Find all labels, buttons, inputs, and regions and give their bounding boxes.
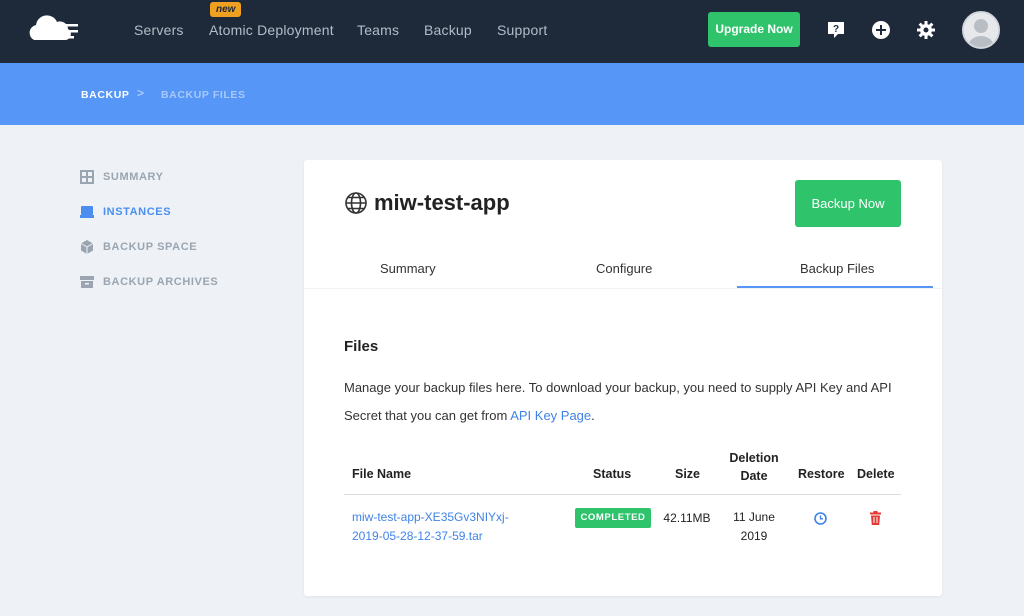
- table-header-divider: [344, 494, 901, 495]
- help-icon[interactable]: ?: [826, 20, 846, 40]
- file-name-line-1: miw-test-app-XE35Gv3NIYxj-: [352, 510, 509, 524]
- restore-clock-icon[interactable]: [814, 512, 827, 525]
- file-size: 42.11MB: [663, 511, 711, 525]
- nav-servers[interactable]: Servers: [134, 22, 184, 38]
- top-navbar: Servers new Atomic Deployment Teams Back…: [0, 0, 1024, 63]
- files-description: Manage your backup files here. To downlo…: [344, 374, 904, 430]
- backup-files-card: miw-test-app Backup Now Summary Configur…: [304, 160, 942, 596]
- breadcrumb-backup-files: BACKUP FILES: [161, 89, 246, 101]
- sidebar-item-instances[interactable]: INSTANCES: [80, 202, 171, 222]
- nav-backup[interactable]: Backup: [424, 22, 472, 38]
- new-badge: new: [210, 2, 242, 17]
- column-header-restore: Restore: [798, 467, 845, 481]
- deletion-header-line-1: Deletion: [729, 451, 779, 465]
- sidebar-item-summary[interactable]: SUMMARY: [80, 167, 164, 187]
- files-heading: Files: [344, 338, 379, 355]
- backup-now-button[interactable]: Backup Now: [795, 180, 901, 227]
- sidebar-item-label: SUMMARY: [103, 171, 164, 183]
- sidebar-item-label: INSTANCES: [103, 206, 172, 218]
- sidebar-item-backup-space[interactable]: BACKUP SPACE: [80, 237, 197, 257]
- api-key-page-link[interactable]: API Key Page: [510, 408, 591, 423]
- nav-teams[interactable]: Teams: [357, 22, 399, 38]
- breadcrumb-band: [0, 63, 1024, 125]
- cube-icon: [80, 240, 94, 254]
- sidebar-item-label: BACKUP SPACE: [103, 241, 198, 253]
- deletion-date-line-1: 11 June: [733, 510, 775, 524]
- drive-icon: [80, 206, 94, 218]
- active-tab-indicator: [737, 286, 933, 288]
- column-header-deletion-date: Deletion Date: [722, 449, 786, 485]
- backup-file-link[interactable]: miw-test-app-XE35Gv3NIYxj- 2019-05-28-12…: [352, 508, 542, 546]
- column-header-file-name: File Name: [352, 467, 412, 481]
- tab-summary[interactable]: Summary: [380, 261, 436, 276]
- add-circle-icon[interactable]: [871, 20, 891, 40]
- tab-configure[interactable]: Configure: [596, 261, 652, 276]
- file-name-line-2: 2019-05-28-12-37-59.tar: [352, 529, 483, 543]
- app-title: miw-test-app: [344, 190, 510, 216]
- nav-atomic-deployment[interactable]: Atomic Deployment: [209, 22, 334, 38]
- trash-icon[interactable]: [870, 511, 881, 525]
- status-badge: COMPLETED: [575, 508, 651, 528]
- description-text: Manage your backup files here. To downlo…: [344, 380, 892, 423]
- column-header-size: Size: [675, 467, 701, 481]
- globe-icon: [345, 192, 367, 214]
- deletion-date: 11 June 2019: [722, 508, 786, 546]
- sidebar-item-label: BACKUP ARCHIVES: [103, 276, 219, 288]
- tab-backup-files[interactable]: Backup Files: [800, 261, 874, 276]
- cloud-logo-icon[interactable]: [24, 14, 80, 48]
- archive-icon: [80, 276, 94, 288]
- description-end: .: [591, 408, 595, 423]
- grid-icon: [80, 170, 94, 184]
- tabs-divider: [304, 288, 942, 289]
- breadcrumb-separator: >: [137, 86, 145, 100]
- column-header-delete: Delete: [857, 467, 895, 481]
- svg-text:?: ?: [833, 24, 839, 35]
- deletion-header-line-2: Date: [740, 469, 768, 483]
- user-avatar-icon: [964, 13, 998, 47]
- gear-icon[interactable]: [916, 20, 936, 40]
- upgrade-now-button[interactable]: Upgrade Now: [708, 12, 800, 47]
- breadcrumb-backup[interactable]: BACKUP: [81, 89, 130, 101]
- deletion-date-line-2: 2019: [740, 529, 768, 543]
- app-name: miw-test-app: [374, 190, 510, 215]
- sidebar-item-backup-archives[interactable]: BACKUP ARCHIVES: [80, 272, 218, 292]
- column-header-status: Status: [593, 467, 632, 481]
- nav-support[interactable]: Support: [497, 22, 547, 38]
- avatar[interactable]: [962, 11, 1000, 49]
